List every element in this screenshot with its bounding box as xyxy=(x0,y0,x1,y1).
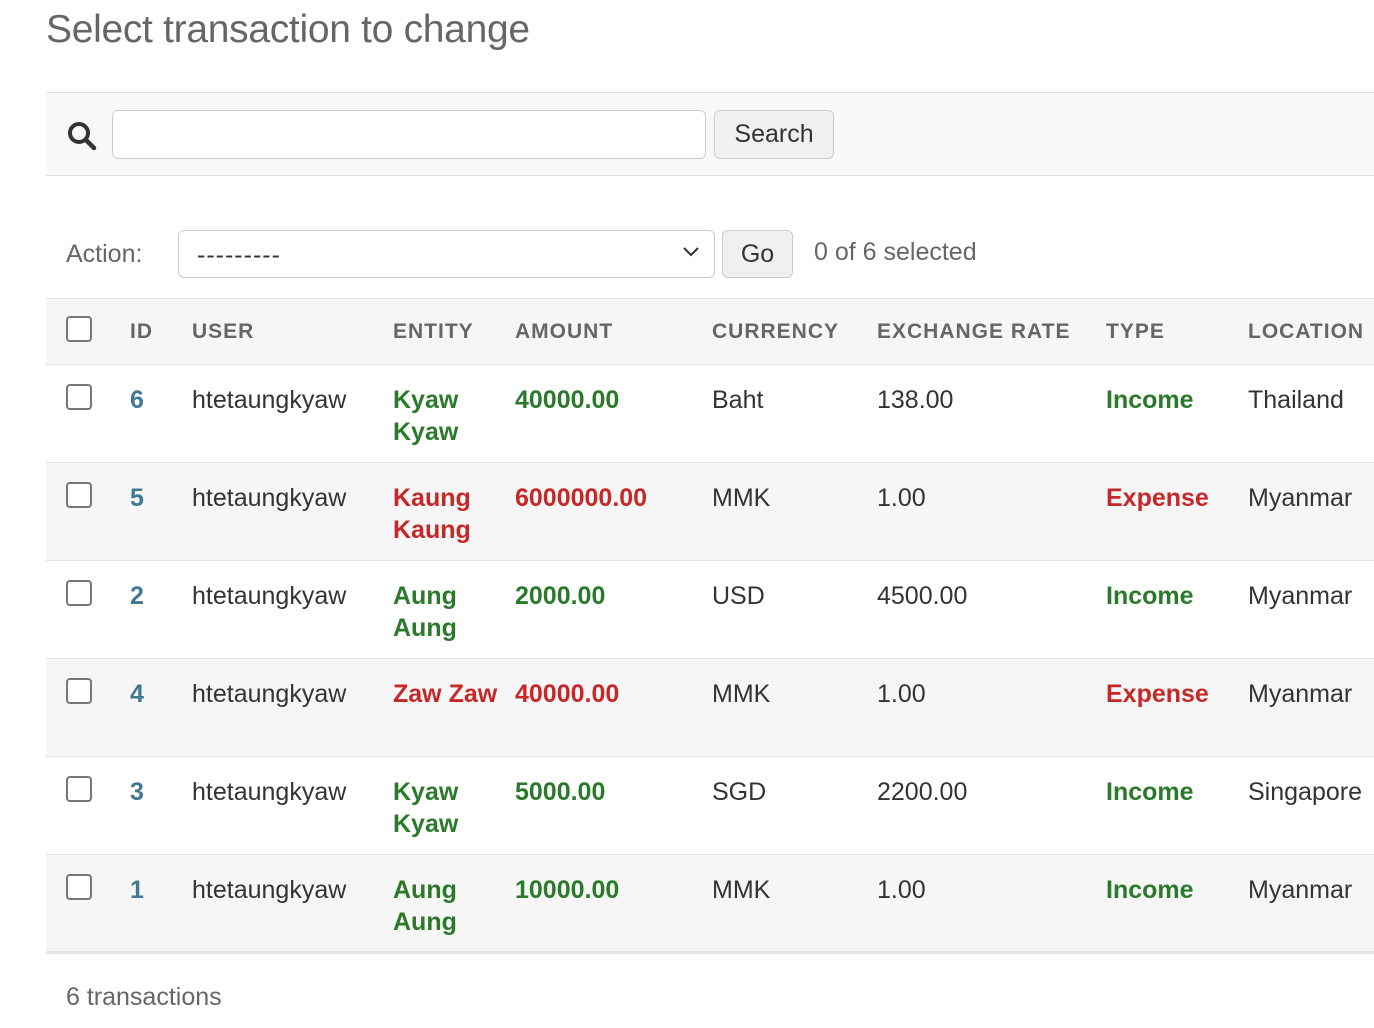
search-input[interactable] xyxy=(112,110,706,159)
type-cell: Income xyxy=(1106,386,1194,414)
type-cell: Income xyxy=(1106,876,1194,904)
row-checkbox[interactable] xyxy=(66,776,92,802)
table-row: 2 htetaungkyaw Aung Aung 2000.00 USD 450… xyxy=(46,561,1374,659)
currency-cell: MMK xyxy=(712,484,771,512)
entity-cell: Aung Aung xyxy=(393,876,457,936)
type-cell: Income xyxy=(1106,778,1194,806)
column-header-exchange-rate[interactable]: EXCHANGE RATE xyxy=(877,299,1106,365)
amount-cell: 10000.00 xyxy=(515,876,620,904)
results-table: ID USER ENTITY AMOUNT CURRENCY EXCHANGE … xyxy=(46,298,1374,954)
action-label: Action: xyxy=(66,240,143,268)
chevron-down-icon xyxy=(683,247,699,257)
select-all-checkbox[interactable] xyxy=(66,315,92,342)
user-cell: htetaungkyaw xyxy=(192,778,347,806)
action-select-value: --------- xyxy=(197,241,281,269)
location-cell: Myanmar xyxy=(1248,582,1353,610)
search-toolbar: Search xyxy=(46,92,1374,176)
entity-cell: Kyaw Kyaw xyxy=(393,386,459,446)
location-cell: Singapore xyxy=(1248,778,1362,806)
column-header-user[interactable]: USER xyxy=(192,299,393,365)
row-checkbox[interactable] xyxy=(66,874,92,900)
table-row: 5 htetaungkyaw Kaung Kaung 6000000.00 MM… xyxy=(46,462,1374,561)
search-button[interactable]: Search xyxy=(714,110,834,159)
column-header-type[interactable]: TYPE xyxy=(1106,299,1248,365)
currency-cell: Baht xyxy=(712,386,764,414)
transaction-id-link[interactable]: 3 xyxy=(130,778,144,806)
action-select[interactable]: --------- xyxy=(178,230,715,278)
location-cell: Myanmar xyxy=(1248,876,1353,904)
location-cell: Myanmar xyxy=(1248,680,1353,708)
transaction-id-link[interactable]: 2 xyxy=(130,582,144,610)
exchange-rate-cell: 138.00 xyxy=(877,386,954,414)
go-button[interactable]: Go xyxy=(722,230,793,278)
column-header-amount[interactable]: AMOUNT xyxy=(515,299,712,365)
user-cell: htetaungkyaw xyxy=(192,582,347,610)
currency-cell: MMK xyxy=(712,680,771,708)
table-row: 4 htetaungkyaw Zaw Zaw 40000.00 MMK 1.00… xyxy=(46,658,1374,757)
user-cell: htetaungkyaw xyxy=(192,876,347,904)
search-icon xyxy=(68,122,97,151)
selection-counter: 0 of 6 selected xyxy=(814,238,977,266)
amount-cell: 5000.00 xyxy=(515,778,606,806)
transaction-id-link[interactable]: 1 xyxy=(130,876,144,904)
exchange-rate-cell: 2200.00 xyxy=(877,778,968,806)
amount-cell: 2000.00 xyxy=(515,582,606,610)
row-checkbox[interactable] xyxy=(66,580,92,606)
location-cell: Thailand xyxy=(1248,386,1344,414)
user-cell: htetaungkyaw xyxy=(192,484,347,512)
page-title: Select transaction to change xyxy=(46,8,530,51)
exchange-rate-cell: 1.00 xyxy=(877,484,926,512)
entity-cell: Aung Aung xyxy=(393,582,457,642)
type-cell: Income xyxy=(1106,582,1194,610)
table-row: 3 htetaungkyaw Kyaw Kyaw 5000.00 SGD 220… xyxy=(46,757,1374,855)
exchange-rate-cell: 1.00 xyxy=(877,680,926,708)
paginator: 6 transactions xyxy=(66,983,222,1011)
entity-cell: Kyaw Kyaw xyxy=(393,778,459,838)
transaction-id-link[interactable]: 6 xyxy=(130,386,144,414)
amount-cell: 40000.00 xyxy=(515,386,620,414)
column-header-id[interactable]: ID xyxy=(130,299,192,365)
type-cell: Expense xyxy=(1106,484,1209,512)
column-header-location[interactable]: LOCATION xyxy=(1248,299,1374,365)
entity-cell: Kaung Kaung xyxy=(393,484,471,544)
row-checkbox[interactable] xyxy=(66,482,92,508)
results-table-wrapper: ID USER ENTITY AMOUNT CURRENCY EXCHANGE … xyxy=(46,298,1374,954)
select-all-cell xyxy=(46,299,130,365)
location-cell: Myanmar xyxy=(1248,484,1353,512)
type-cell: Expense xyxy=(1106,680,1209,708)
amount-cell: 6000000.00 xyxy=(515,484,648,512)
exchange-rate-cell: 1.00 xyxy=(877,876,926,904)
currency-cell: SGD xyxy=(712,778,767,806)
column-header-currency[interactable]: CURRENCY xyxy=(712,299,877,365)
entity-cell: Zaw Zaw xyxy=(393,680,498,708)
transaction-id-link[interactable]: 4 xyxy=(130,680,144,708)
user-cell: htetaungkyaw xyxy=(192,680,347,708)
user-cell: htetaungkyaw xyxy=(192,386,347,414)
currency-cell: MMK xyxy=(712,876,771,904)
amount-cell: 40000.00 xyxy=(515,680,620,708)
currency-cell: USD xyxy=(712,582,765,610)
table-row: 6 htetaungkyaw Kyaw Kyaw 40000.00 Baht 1… xyxy=(46,365,1374,463)
transaction-id-link[interactable]: 5 xyxy=(130,484,144,512)
exchange-rate-cell: 4500.00 xyxy=(877,582,968,610)
table-header-row: ID USER ENTITY AMOUNT CURRENCY EXCHANGE … xyxy=(46,298,1374,365)
column-header-entity[interactable]: ENTITY xyxy=(393,299,515,365)
row-checkbox[interactable] xyxy=(66,678,92,704)
actions-bar: Action: --------- Go 0 of 6 selected xyxy=(46,230,1374,280)
row-checkbox[interactable] xyxy=(66,384,92,410)
table-row: 1 htetaungkyaw Aung Aung 10000.00 MMK 1.… xyxy=(46,854,1374,953)
